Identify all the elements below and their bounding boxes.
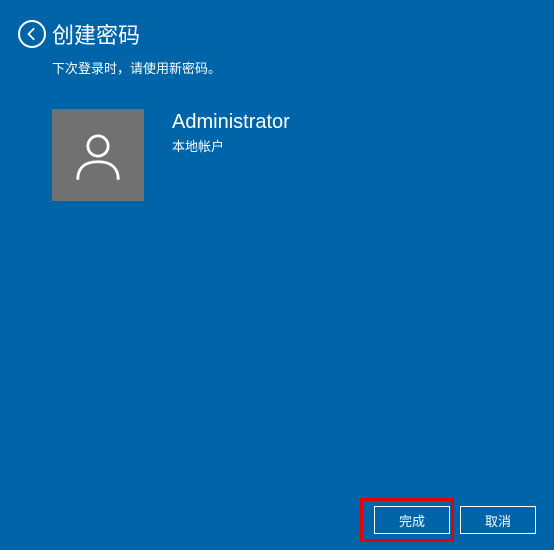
user-icon: [71, 128, 125, 182]
account-block: Administrator 本地帐户: [0, 109, 554, 201]
cancel-button[interactable]: 取消: [460, 506, 536, 534]
page-subtitle: 下次登录时，请使用新密码。: [0, 58, 554, 77]
account-name: Administrator: [172, 111, 290, 134]
finish-button[interactable]: 完成: [374, 506, 450, 534]
account-type: 本地帐户: [172, 136, 290, 155]
avatar: [52, 109, 144, 201]
arrow-left-icon: [25, 27, 39, 41]
back-button[interactable]: [18, 20, 46, 48]
page-title: 创建密码: [52, 18, 140, 50]
